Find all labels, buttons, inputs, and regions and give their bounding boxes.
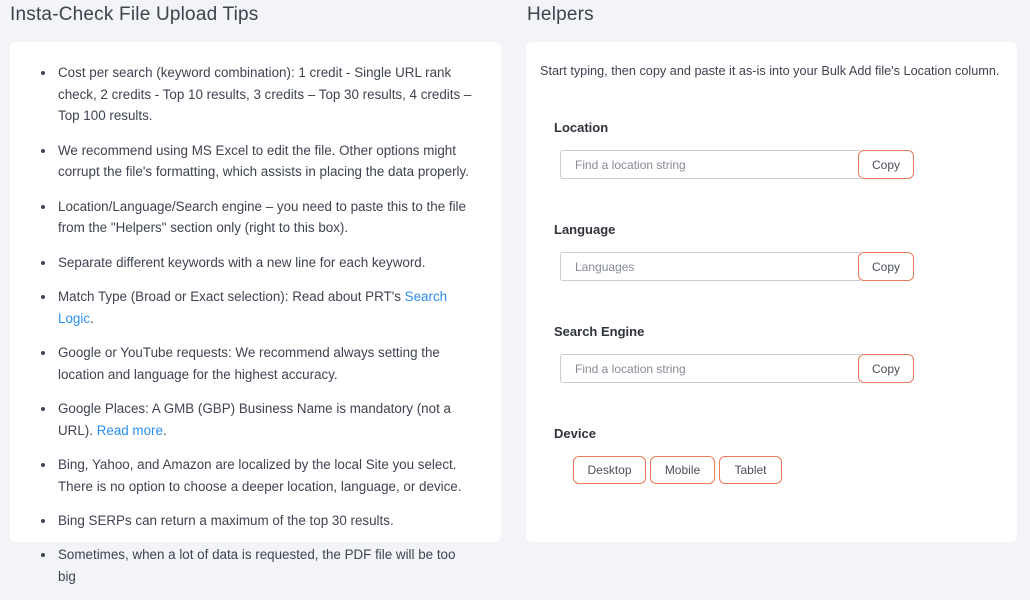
tips-panel-title: Insta-Check File Upload Tips (10, 4, 259, 25)
device-tablet-button[interactable]: Tablet (719, 456, 782, 484)
language-label: Language (554, 222, 616, 237)
device-desktop-button[interactable]: Desktop (573, 456, 646, 484)
tip-item: Bing SERPs can return a maximum of the t… (34, 510, 474, 532)
helpers-intro: Start typing, then copy and paste it as-… (540, 64, 1000, 78)
location-copy-button[interactable]: Copy (858, 150, 914, 179)
tip-item: Google Places: A GMB (GBP) Business Name… (34, 398, 474, 441)
tips-card: Cost per search (keyword combination): 1… (10, 42, 501, 584)
search-engine-copy-button[interactable]: Copy (858, 354, 914, 383)
tip-item: Bing, Yahoo, and Amazon are localized by… (34, 454, 474, 497)
search-engine-input[interactable] (560, 354, 860, 383)
tip-item: Location/Language/Search engine – you ne… (34, 196, 474, 239)
tip-item: We recommend using MS Excel to edit the … (34, 140, 474, 183)
location-label: Location (554, 120, 609, 135)
tip-item: Cost per search (keyword combination): 1… (34, 62, 474, 127)
device-mobile-button[interactable]: Mobile (650, 456, 715, 484)
tip-item: Match Type (Broad or Exact selection): R… (34, 286, 474, 329)
read-more-link[interactable]: Read more (97, 423, 163, 438)
tip-item: Separate different keywords with a new l… (34, 252, 474, 274)
helpers-card: Start typing, then copy and paste it as-… (526, 42, 1017, 542)
language-copy-button[interactable]: Copy (858, 252, 914, 281)
location-input[interactable] (560, 150, 860, 179)
search-engine-field-group: Copy (560, 354, 914, 383)
tips-list: Cost per search (keyword combination): 1… (34, 62, 474, 600)
location-field-group: Copy (560, 150, 914, 179)
tip-item: Google or YouTube requests: We recommend… (34, 342, 474, 385)
device-label: Device (554, 426, 596, 441)
tip-item: Sometimes, when a lot of data is request… (34, 544, 474, 587)
language-field-group: Copy (560, 252, 914, 281)
language-input[interactable] (560, 252, 860, 281)
helpers-panel-title: Helpers (527, 4, 594, 25)
search-engine-label: Search Engine (554, 324, 645, 339)
